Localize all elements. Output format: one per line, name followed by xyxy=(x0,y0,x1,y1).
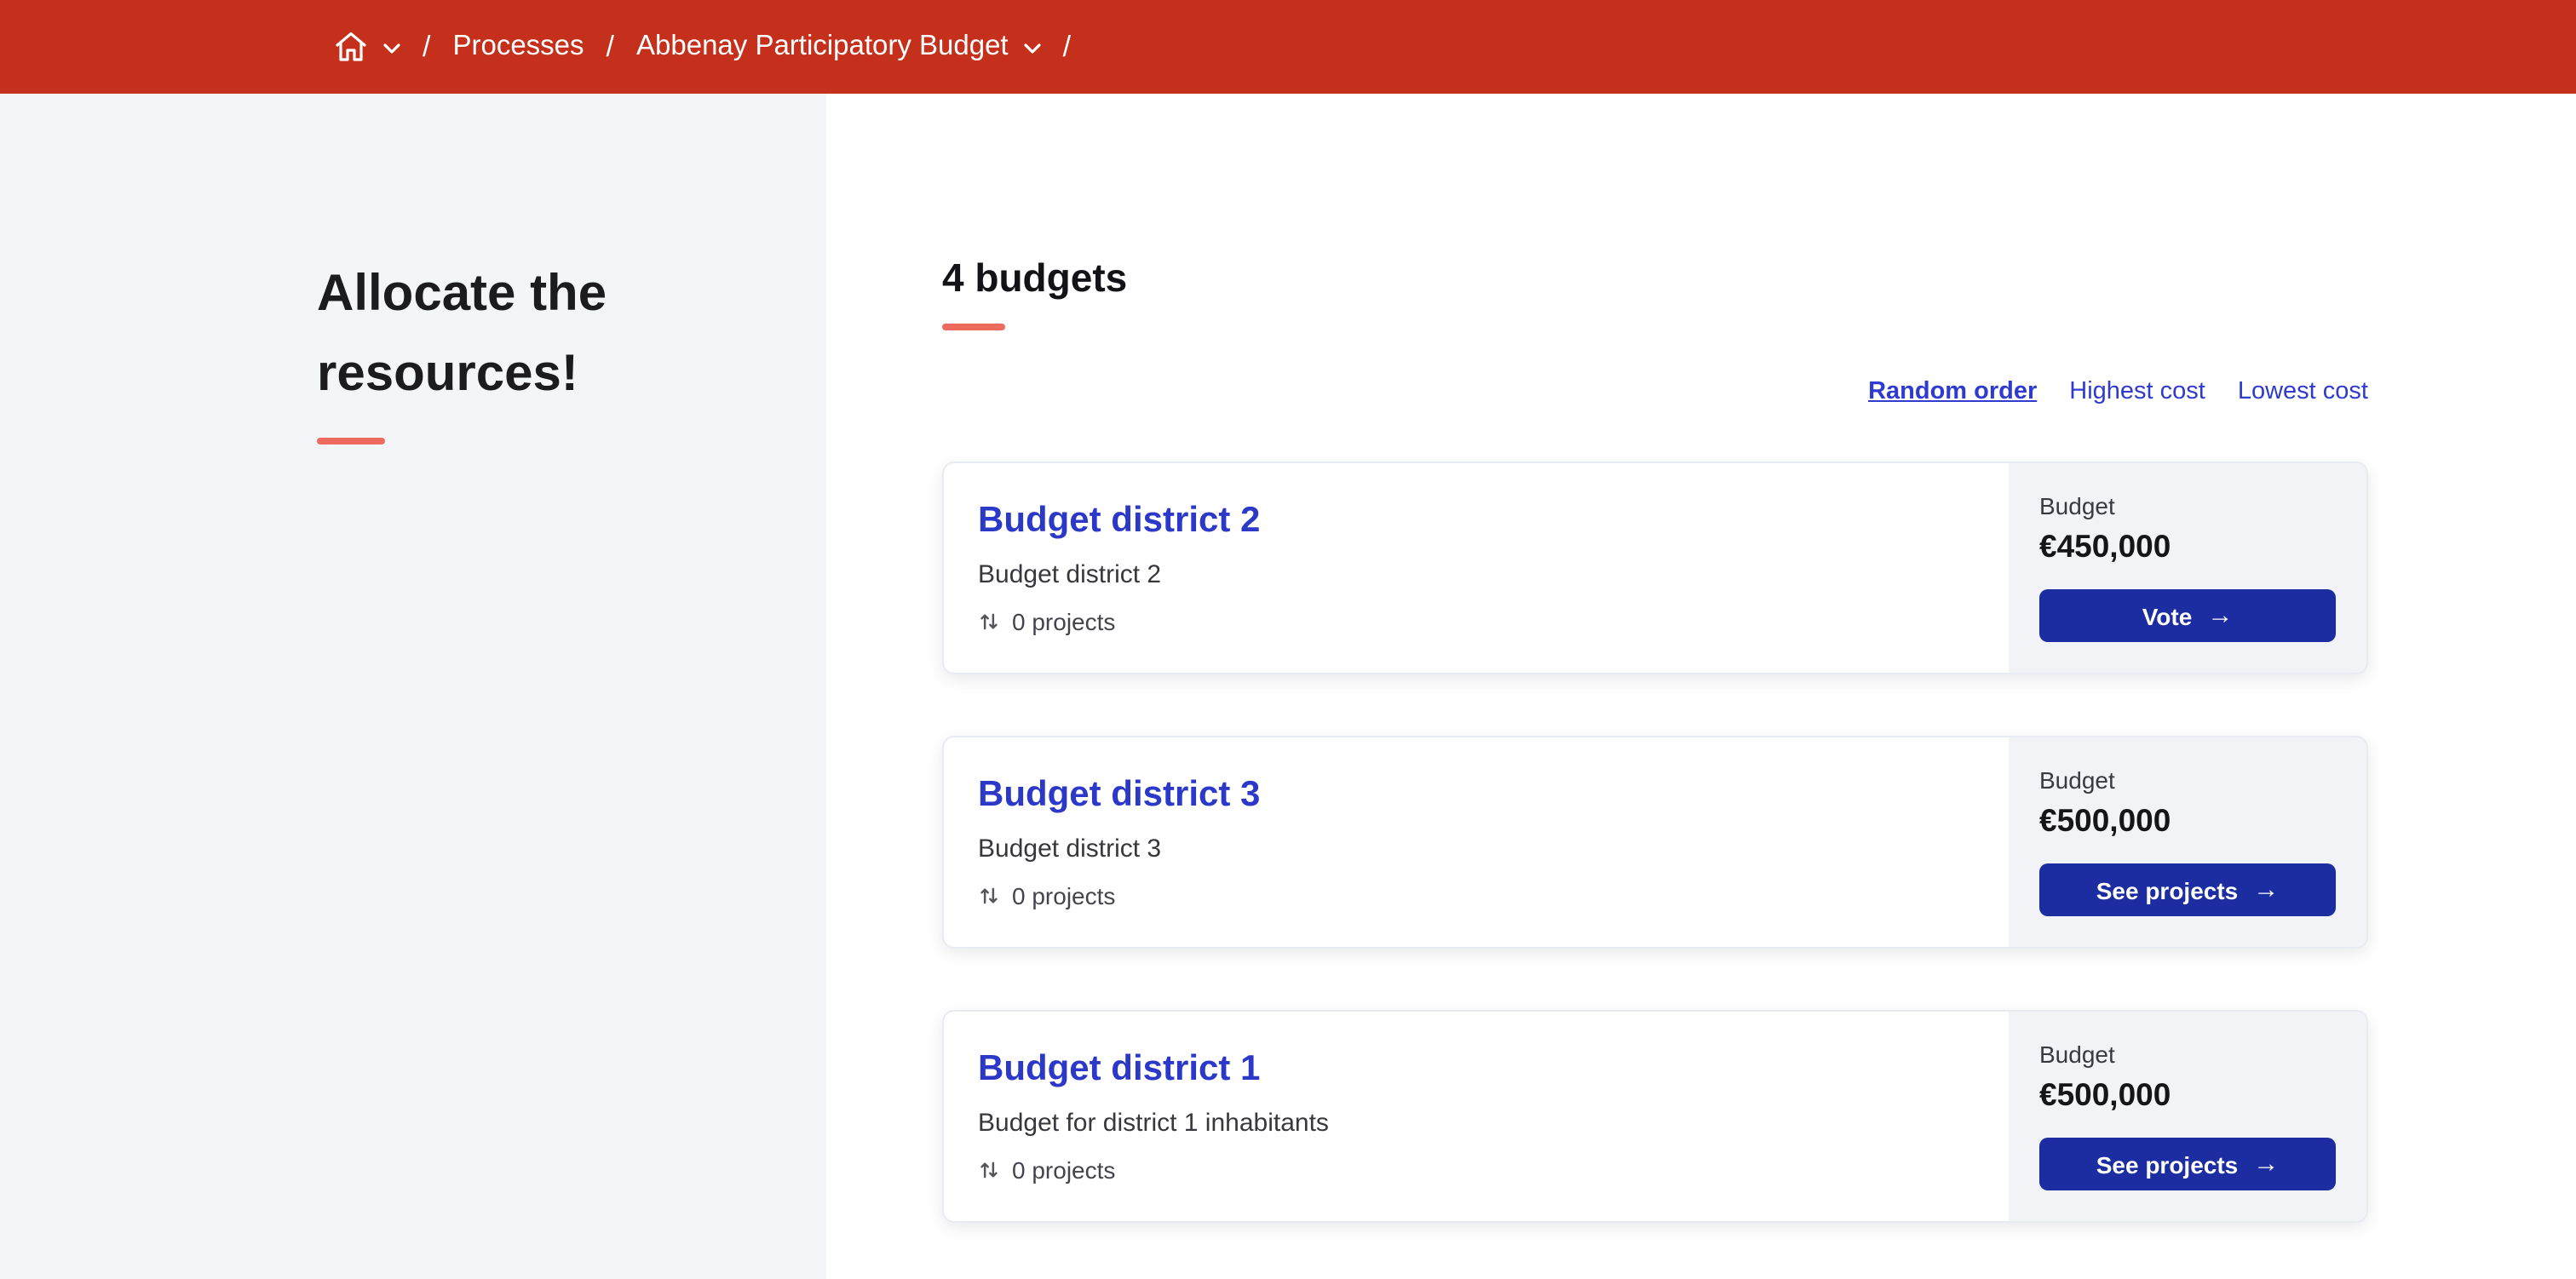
sidebar: Allocate the resources! xyxy=(0,94,826,1279)
budget-card-description: Budget district 3 xyxy=(978,835,1162,863)
top-navigation-bar: / Processes / Abbenay Participatory Budg… xyxy=(0,0,2576,94)
cta-label: See projects xyxy=(2096,876,2239,903)
chevron-down-icon[interactable] xyxy=(383,43,400,54)
chevron-down-icon[interactable] xyxy=(1024,43,1041,54)
breadcrumb-separator: / xyxy=(423,30,431,62)
breadcrumb-item-process-label[interactable]: Abbenay Participatory Budget xyxy=(636,31,1009,63)
budget-amount: €450,000 xyxy=(2039,528,2171,564)
cta-label: Vote xyxy=(2142,602,2193,629)
arrow-right-icon: → xyxy=(2253,1149,2280,1178)
projects-icon xyxy=(978,884,1000,908)
budget-card-body: Budget district 1 Budget for district 1 … xyxy=(944,1012,2009,1221)
budget-card-title-link[interactable]: Budget district 3 xyxy=(978,775,1975,816)
projects-count-label: 0 projects xyxy=(1012,882,1116,909)
budget-card: Budget district 3 Budget district 3 0 pr… xyxy=(942,736,2368,949)
sort-options: Random order Highest cost Lowest cost xyxy=(942,378,2368,405)
budget-card-aside: Budget €450,000 Vote → xyxy=(2009,463,2366,673)
budget-amount: €500,000 xyxy=(2039,1076,2171,1112)
budget-card-projects: 0 projects xyxy=(978,608,1975,635)
breadcrumb-separator: / xyxy=(1062,30,1072,62)
main-content: 4 budgets Random order Highest cost Lowe… xyxy=(826,94,2576,1279)
sort-lowest-cost[interactable]: Lowest cost xyxy=(2238,378,2368,405)
arrow-right-icon: → xyxy=(2253,875,2280,903)
budget-label: Budget xyxy=(2039,1041,2115,1068)
budget-card-body: Budget district 2 Budget district 2 0 pr… xyxy=(944,463,2009,673)
budget-card: Budget district 1 Budget for district 1 … xyxy=(942,1010,2368,1223)
see-projects-button[interactable]: See projects → xyxy=(2039,863,2336,916)
breadcrumb: / Processes / Abbenay Participatory Budg… xyxy=(334,30,1071,64)
projects-icon xyxy=(978,1158,1000,1182)
projects-icon xyxy=(978,610,1000,634)
projects-count-label: 0 projects xyxy=(1012,608,1116,635)
projects-count-label: 0 projects xyxy=(1012,1156,1116,1184)
budget-card-title-link[interactable]: Budget district 1 xyxy=(978,1049,1975,1090)
heading-accent-bar xyxy=(942,324,1005,330)
budget-card-body: Budget district 3 Budget district 3 0 pr… xyxy=(944,737,2009,947)
breadcrumb-item-processes[interactable]: Processes xyxy=(452,31,584,63)
budgets-count-heading: 4 budgets xyxy=(942,255,1128,300)
budget-card-projects: 0 projects xyxy=(978,882,1975,909)
budget-card-list: Budget district 2 Budget district 2 0 pr… xyxy=(942,462,2368,1223)
vote-button[interactable]: Vote → xyxy=(2039,589,2336,642)
budget-card-description: Budget district 2 xyxy=(978,560,1162,589)
breadcrumb-separator: / xyxy=(606,30,614,62)
cta-label: See projects xyxy=(2096,1150,2239,1178)
budget-card-title-link[interactable]: Budget district 2 xyxy=(978,501,1975,542)
budget-card-description: Budget for district 1 inhabitants xyxy=(978,1109,1329,1138)
budget-card-projects: 0 projects xyxy=(978,1156,1975,1184)
see-projects-button[interactable]: See projects → xyxy=(2039,1138,2336,1190)
sort-highest-cost[interactable]: Highest cost xyxy=(2069,378,2205,405)
page-title: Allocate the resources! xyxy=(317,266,607,401)
budget-label: Budget xyxy=(2039,492,2115,519)
budget-card: Budget district 2 Budget district 2 0 pr… xyxy=(942,462,2368,674)
home-icon xyxy=(334,31,368,63)
budget-amount: €500,000 xyxy=(2039,802,2171,838)
sort-random-order[interactable]: Random order xyxy=(1868,378,2037,405)
budget-label: Budget xyxy=(2039,766,2115,794)
arrow-right-icon: → xyxy=(2207,600,2234,629)
budget-card-aside: Budget €500,000 See projects → xyxy=(2009,1012,2366,1221)
content-area: Allocate the resources! 4 budgets Random… xyxy=(0,94,2576,1279)
budget-card-aside: Budget €500,000 See projects → xyxy=(2009,737,2366,947)
breadcrumb-home[interactable] xyxy=(334,31,400,63)
page: / Processes / Abbenay Participatory Budg… xyxy=(0,0,2576,1279)
breadcrumb-item-process[interactable]: Abbenay Participatory Budget xyxy=(636,31,1041,63)
title-accent-bar xyxy=(317,438,385,444)
